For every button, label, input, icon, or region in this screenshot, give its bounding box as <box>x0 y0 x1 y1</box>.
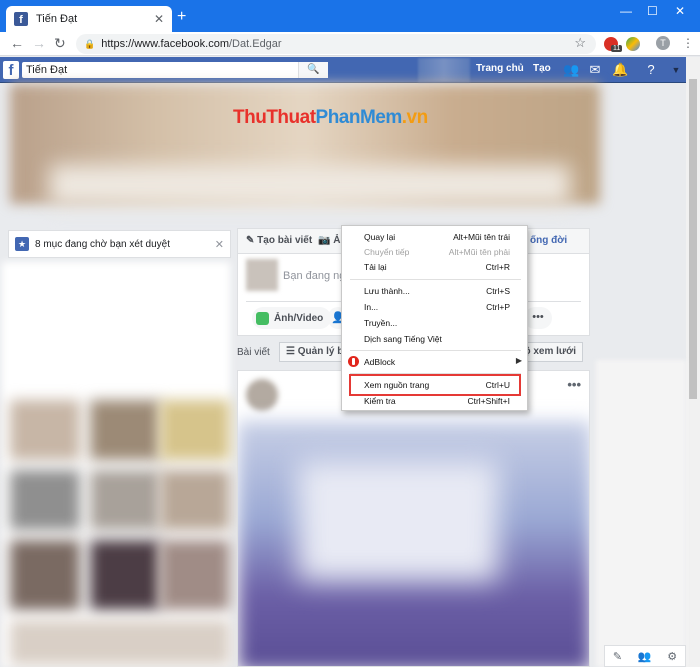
dismiss-icon[interactable]: ✕ <box>215 238 224 251</box>
scrollbar-thumb[interactable] <box>689 79 697 399</box>
nav-home-link[interactable]: Trang chủ <box>476 63 524 74</box>
photo-icon <box>256 311 269 325</box>
notifications-icon[interactable]: 🔔 <box>612 62 628 78</box>
menu-item-cast[interactable]: Truyền... <box>342 316 527 331</box>
facebook-search-input[interactable]: Tiến Đạt 🔍 <box>22 62 328 78</box>
pending-review-notice[interactable]: ★ 8 mục đang chờ bạn xét duyệt ✕ <box>8 230 231 258</box>
menu-separator <box>350 279 521 280</box>
search-icon[interactable]: 🔍 <box>298 62 328 78</box>
profile-shortcut[interactable] <box>418 58 470 82</box>
submenu-arrow-icon: ▶ <box>515 356 522 365</box>
tab-title: Tiến Đạt <box>36 13 78 25</box>
help-icon[interactable]: ? <box>643 62 659 78</box>
friend-thumb <box>10 400 80 460</box>
friend-thumb <box>160 540 230 610</box>
menu-item-adblock[interactable]: AdBlock ▶ <box>342 355 527 370</box>
posts-label: Bài viết <box>237 347 270 358</box>
post-card: ••• <box>237 370 590 667</box>
menu-item-inspect[interactable]: Kiểm tra Ctrl+Shift+I <box>342 394 527 409</box>
chrome-menu-icon[interactable]: ⋮ <box>682 36 694 50</box>
menu-item-reload[interactable]: Tải lại Ctrl+R <box>342 260 527 275</box>
tab-life-event[interactable]: ống đời <box>530 235 567 246</box>
facebook-logo-icon[interactable]: f <box>3 61 19 79</box>
extension-badge: 11 <box>611 45 623 52</box>
new-message-icon[interactable]: ✎ <box>613 650 622 663</box>
post-author-avatar[interactable] <box>246 379 278 411</box>
chat-bar: ✎ 👥 ⚙ <box>604 645 686 667</box>
friend-thumb <box>90 400 160 460</box>
menu-item-translate[interactable]: Dịch sang Tiếng Việt <box>342 332 527 347</box>
friend-thumb <box>10 540 80 610</box>
photo-video-button[interactable]: Ảnh/Video <box>252 307 332 329</box>
adblock-icon <box>348 356 359 367</box>
tab-create-post[interactable]: ✎ Tạo bài viết <box>246 235 312 246</box>
facebook-top-bar: f Tiến Đạt 🔍 Trang chủ Tạo 👥 ✉ 🔔 ? ▼ <box>0 57 686 83</box>
address-bar[interactable]: 🔒 https://www.facebook.com/Dat.Edgar ☆ <box>76 34 596 54</box>
post-options-icon[interactable]: ••• <box>567 377 581 392</box>
composer-avatar <box>246 259 278 291</box>
friend-thumb <box>160 400 230 460</box>
nav-create-link[interactable]: Tạo <box>533 63 551 74</box>
post-image-highlight <box>298 461 498 581</box>
right-column-content <box>596 360 686 667</box>
menu-item-save-as[interactable]: Lưu thành... Ctrl+S <box>342 284 527 299</box>
right-column <box>596 228 686 358</box>
close-window-icon[interactable]: ✕ <box>675 4 685 18</box>
new-tab-button[interactable]: + <box>177 8 186 26</box>
tab-photo[interactable]: 📷 Ả <box>318 235 340 246</box>
tab-close-icon[interactable]: ✕ <box>154 12 164 26</box>
bookmark-star-icon[interactable]: ☆ <box>574 35 586 51</box>
back-icon[interactable]: ← <box>10 35 24 51</box>
browser-tab[interactable]: f Tiến Đạt ✕ <box>6 6 172 32</box>
account-dropdown-icon[interactable]: ▼ <box>668 62 684 78</box>
settings-icon[interactable]: ⚙ <box>667 650 677 663</box>
menu-item-print[interactable]: In... Ctrl+P <box>342 300 527 315</box>
minimize-icon[interactable]: — <box>620 4 632 18</box>
page-scrollbar[interactable] <box>686 57 700 667</box>
more-options-button[interactable]: ••• <box>524 307 552 329</box>
friend-thumb <box>160 470 230 530</box>
friend-thumb <box>10 470 80 530</box>
view-source-highlight-box <box>349 374 521 396</box>
profile-avatar[interactable]: T <box>656 36 670 50</box>
messenger-icon[interactable]: ✉ <box>587 62 603 78</box>
friend-thumb <box>90 470 160 530</box>
star-icon: ★ <box>15 237 29 251</box>
forward-icon[interactable]: → <box>32 35 46 51</box>
contacts-icon[interactable]: 👥 <box>638 650 652 663</box>
menu-item-forward[interactable]: Chuyển tiếp Alt+Mũi tên phải <box>342 245 527 260</box>
watermark-logo: ThuThuatPhanMem.vn <box>233 107 428 128</box>
maximize-icon[interactable]: ☐ <box>647 4 658 18</box>
browser-tab-strip: f Tiến Đạt ✕ + — ☐ ✕ <box>0 0 700 32</box>
friend-thumb <box>90 540 160 610</box>
facebook-favicon-icon: f <box>14 12 28 26</box>
browser-toolbar: ← → ↻ 🔒 https://www.facebook.com/Dat.Edg… <box>0 32 700 56</box>
friend-thumb <box>10 620 230 665</box>
cover-photo-lower <box>50 165 570 205</box>
url-text: https://www.facebook.com/Dat.Edgar <box>101 38 282 50</box>
menu-item-back[interactable]: Quay lại Alt+Mũi tên trái <box>342 230 527 245</box>
reload-icon[interactable]: ↻ <box>54 35 66 52</box>
extension-color-icon[interactable] <box>626 37 640 51</box>
lock-icon: 🔒 <box>84 38 96 49</box>
friend-requests-icon[interactable]: 👥 <box>563 62 579 78</box>
menu-separator <box>350 350 521 351</box>
